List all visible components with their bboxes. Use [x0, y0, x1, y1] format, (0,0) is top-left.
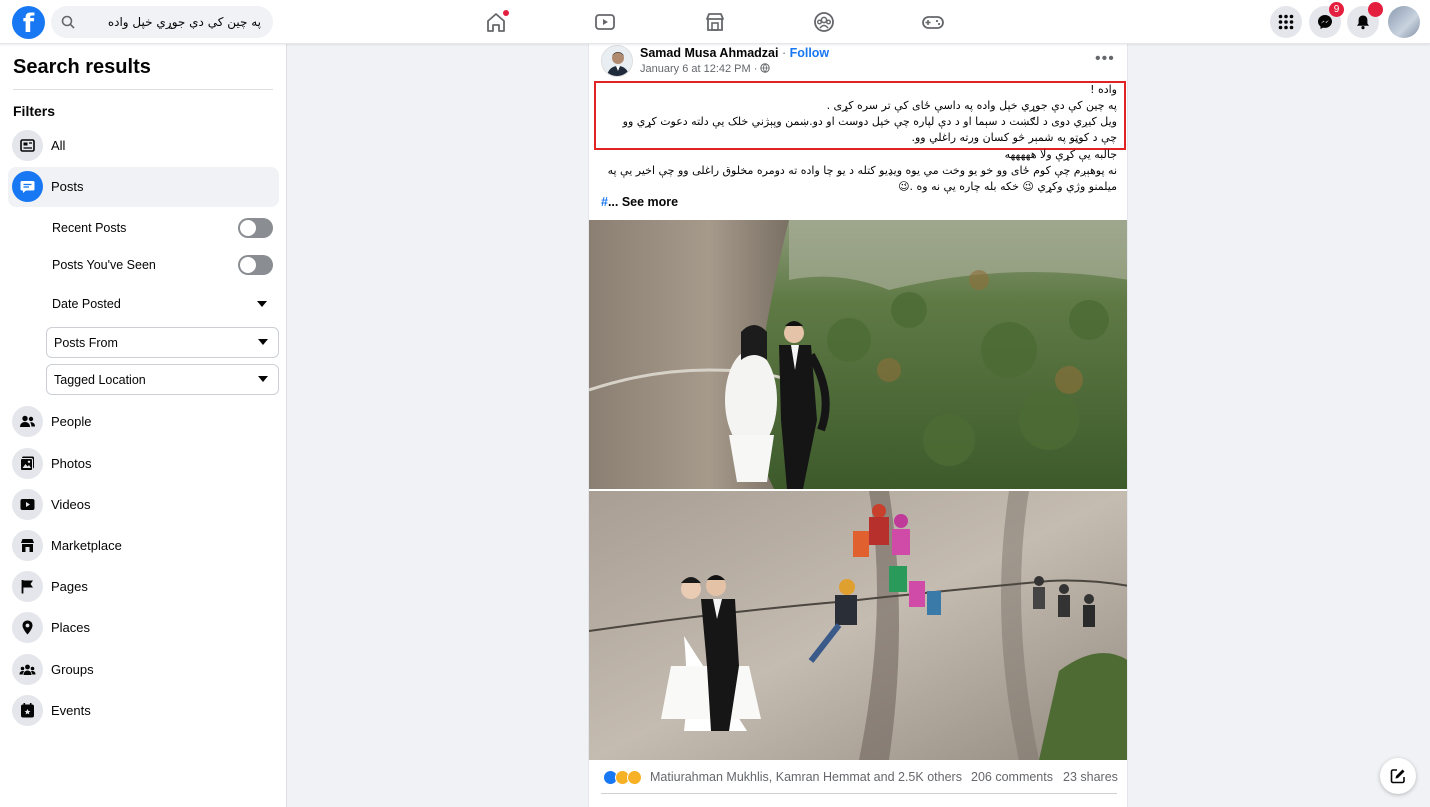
grid-menu-icon — [1278, 14, 1294, 30]
menu-button[interactable] — [1270, 6, 1302, 38]
post-photo-wedding-cliff[interactable] — [589, 220, 1128, 489]
events-icon — [21, 703, 34, 718]
tagged-location-label: Tagged Location — [54, 373, 146, 387]
filter-posts[interactable]: Posts — [8, 167, 279, 207]
search-icon — [61, 15, 75, 29]
filter-people[interactable]: People — [8, 402, 279, 442]
posts-seen-toggle[interactable] — [238, 255, 273, 275]
sidebar-divider — [13, 89, 273, 90]
filters-heading: Filters — [13, 103, 56, 119]
sidebar-title: Search results — [13, 56, 151, 78]
see-more-label: ... See more — [607, 195, 679, 209]
gaming-icon[interactable] — [920, 9, 946, 35]
posts-icon — [20, 181, 35, 193]
posts-seen-label: Posts You've Seen — [52, 258, 156, 272]
author-portrait-icon — [602, 46, 632, 76]
filter-groups-label: Groups — [51, 662, 94, 677]
tagged-location-caret-icon — [258, 376, 268, 382]
filter-videos-label: Videos — [51, 497, 91, 512]
globe-icon — [760, 63, 771, 73]
new-message-button[interactable] — [1380, 758, 1416, 794]
marketplace-icon[interactable] — [702, 9, 728, 35]
videos-icon — [20, 499, 35, 510]
post-date-text: January 6 at 12:42 PM · — [640, 63, 761, 75]
compose-icon — [1390, 769, 1405, 784]
filter-events[interactable]: Events — [8, 691, 279, 731]
search-filters-sidebar: Search results Filters All Posts Recent … — [0, 44, 287, 807]
post-text-line: واده ! — [1090, 83, 1117, 96]
author-avatar[interactable] — [601, 45, 633, 77]
photos-icon — [20, 456, 34, 471]
feed-icon — [20, 139, 35, 152]
actions-divider — [601, 793, 1117, 794]
filter-photos-label: Photos — [51, 456, 92, 471]
groups-icon — [19, 664, 36, 675]
see-more-link[interactable]: #... See more — [601, 195, 678, 209]
filter-marketplace[interactable]: Marketplace — [8, 526, 279, 566]
filter-pages-label: Pages — [51, 579, 88, 594]
notifications-badge — [1368, 2, 1383, 17]
filter-posts-label: Posts — [51, 179, 84, 194]
filter-places-label: Places — [51, 620, 91, 635]
top-navigation-bar: f 9 — [0, 0, 1430, 44]
name-separator: · — [778, 46, 790, 60]
recent-posts-label: Recent Posts — [52, 221, 127, 235]
post-text-line: چې د کوټو په شمېر څو کسان ورته راغلي وو. — [911, 131, 1117, 144]
post-date[interactable]: January 6 at 12:42 PM · — [640, 63, 771, 75]
filter-videos[interactable]: Videos — [8, 485, 279, 525]
date-posted-label[interactable]: Date Posted — [52, 297, 121, 311]
groups-icon[interactable] — [811, 9, 837, 35]
messenger-icon — [1318, 15, 1332, 29]
comments-count[interactable]: 206 comments — [971, 770, 1053, 784]
pin-icon — [22, 620, 33, 635]
posts-from-dropdown[interactable]: Posts From — [46, 327, 279, 358]
filter-events-label: Events — [51, 703, 91, 718]
filter-marketplace-label: Marketplace — [51, 538, 122, 553]
tagged-location-dropdown[interactable]: Tagged Location — [46, 364, 279, 395]
filter-places[interactable]: Places — [8, 608, 279, 648]
search-box[interactable] — [51, 6, 273, 38]
watch-video-icon[interactable] — [592, 9, 618, 35]
wow-reaction-icon — [627, 770, 642, 785]
follow-button[interactable]: Follow — [790, 46, 830, 60]
bell-icon — [1357, 15, 1369, 30]
recent-posts-toggle[interactable] — [238, 218, 273, 238]
post-card: Samad Musa Ahmadzai · Follow January 6 a… — [588, 44, 1128, 807]
filter-groups[interactable]: Groups — [8, 650, 279, 690]
hashtag[interactable]: # — [601, 195, 608, 209]
posts-from-label: Posts From — [54, 336, 118, 350]
people-icon — [20, 415, 35, 427]
filter-all[interactable]: All — [8, 126, 279, 166]
post-photo-climbers-cliff[interactable] — [589, 491, 1128, 760]
filter-all-label: All — [51, 138, 66, 153]
search-input[interactable] — [83, 6, 267, 38]
filter-pages[interactable]: Pages — [8, 567, 279, 607]
facebook-logo-icon[interactable]: f — [12, 6, 45, 39]
filter-photos[interactable]: Photos — [8, 444, 279, 484]
reactions-summary[interactable]: Matiurahman Mukhlis, Kamran Hemmat and 2… — [650, 770, 962, 784]
flag-icon — [21, 580, 33, 594]
home-notification-dot — [503, 10, 509, 16]
messenger-badge: 9 — [1329, 2, 1344, 17]
filter-people-label: People — [51, 414, 92, 429]
author-name[interactable]: Samad Musa Ahmadzai — [640, 46, 778, 60]
post-text-line: نه پوهېږم چې کوم ځای وو خو يو وخت مي یوه… — [607, 164, 1117, 177]
marketplace-icon — [21, 539, 34, 552]
post-text-line: میلمنو وژي وکړي 😉 خکه بله چاره یې نه وه … — [898, 180, 1117, 193]
shares-count[interactable]: 23 shares — [1063, 770, 1118, 784]
post-text-line: په چين کې دې جوړي خپل واده په داسې ځای ک… — [826, 99, 1117, 112]
date-posted-caret-icon[interactable] — [257, 301, 267, 307]
account-avatar[interactable] — [1388, 6, 1420, 38]
posts-from-caret-icon — [258, 339, 268, 345]
post-text-line: ویل کیږي دوی د لګښت د سېما او د دې لپاره… — [622, 115, 1117, 128]
more-options-icon[interactable]: ••• — [1095, 50, 1115, 68]
author-line: Samad Musa Ahmadzai · Follow — [640, 46, 829, 60]
post-text-line: جالبه یې کړې ولا هههههه — [1004, 148, 1117, 161]
